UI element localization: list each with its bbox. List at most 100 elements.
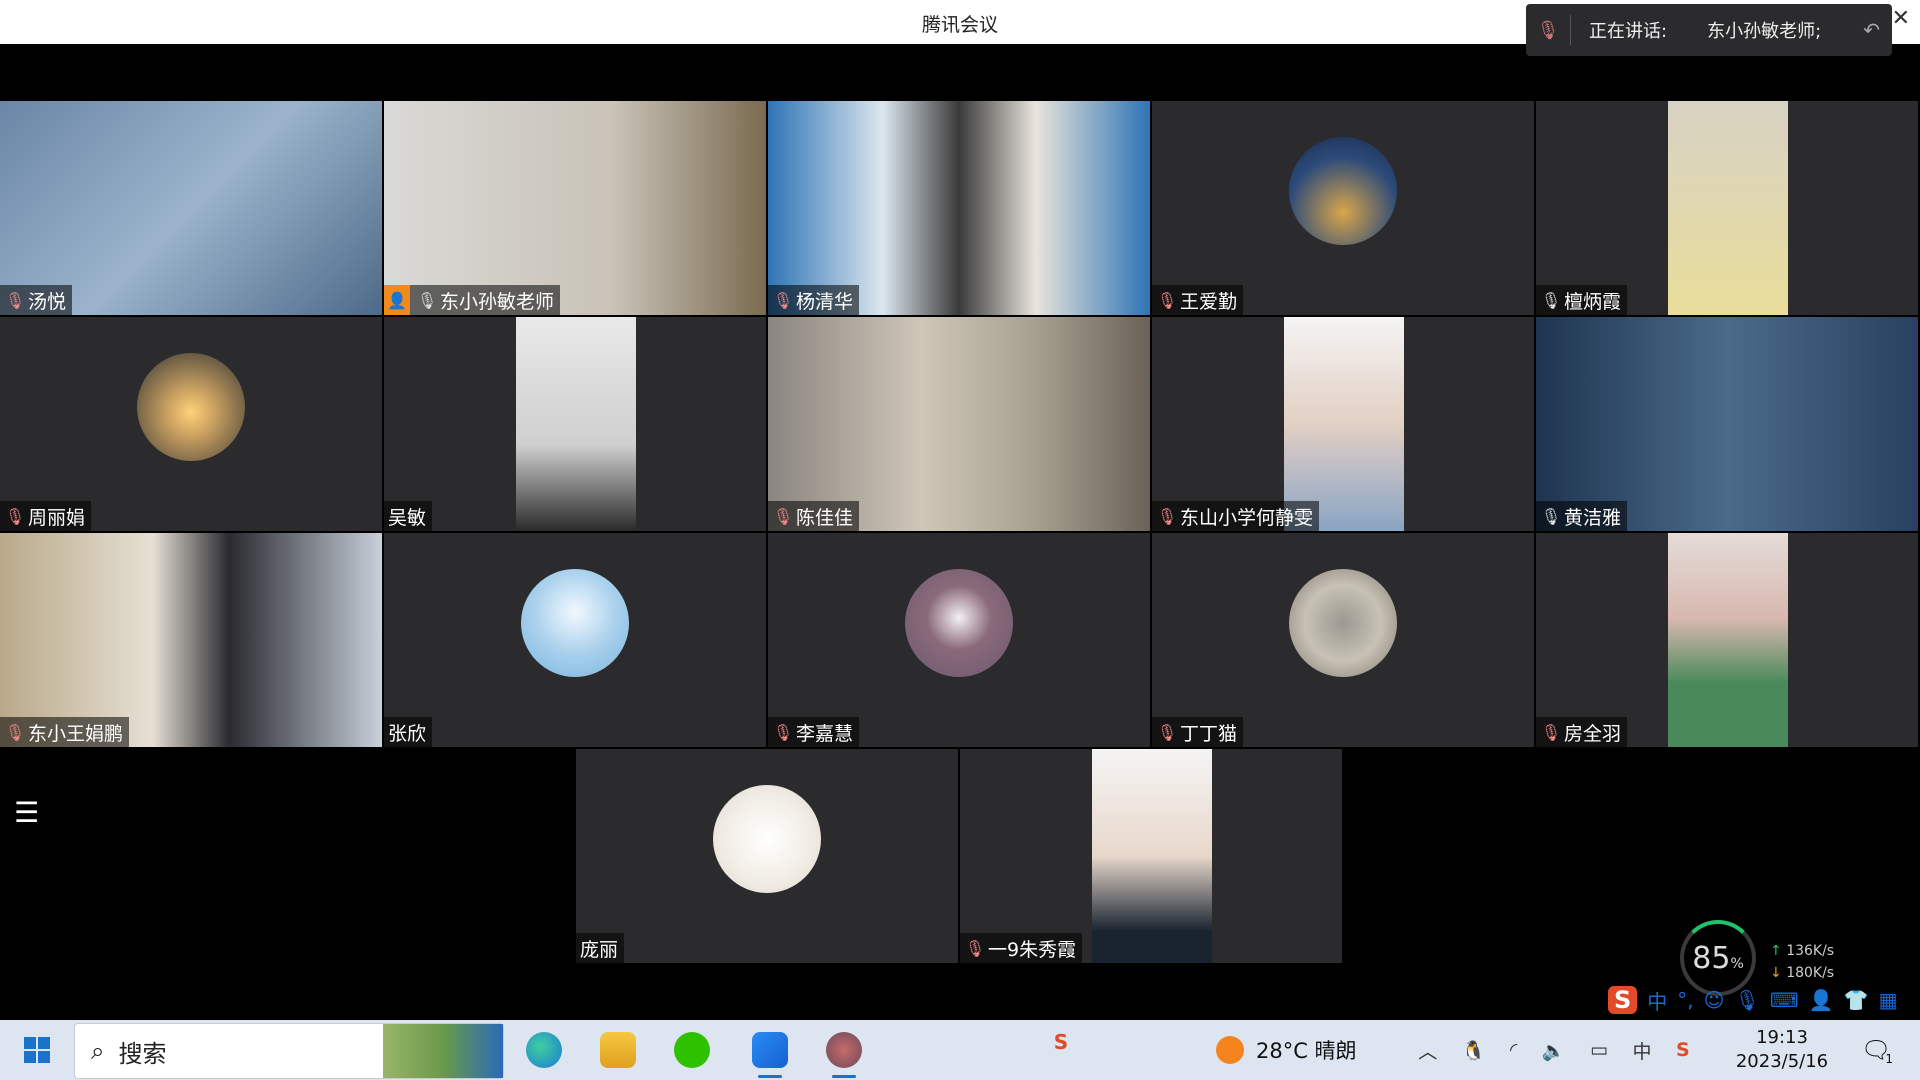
wechat-button[interactable] [664, 1020, 720, 1080]
taskbar-search[interactable]: ⌕ 搜索 [74, 1023, 504, 1079]
mic-muted-icon: 🎙 [772, 290, 794, 310]
divider [1570, 15, 1571, 45]
participant-name: 杨清华 [796, 290, 854, 313]
participant-video [768, 317, 1150, 531]
participant-tile[interactable]: 🎙 陈佳佳 [768, 317, 1150, 531]
participant-name: 吴敏 [388, 506, 427, 529]
qq-icon[interactable]: 🐧 [1462, 1039, 1486, 1062]
participant-nametag: 🎙 陈佳佳 [768, 501, 860, 531]
notification-center-button[interactable]: 🗨 1 [1852, 1020, 1902, 1080]
participant-tile[interactable]: 张欣 [384, 533, 766, 747]
keyboard-icon[interactable]: ⌨ [1770, 988, 1799, 1012]
participant-nametag: 🎙 王爱勤 [1152, 285, 1244, 315]
participant-avatar [521, 569, 629, 677]
mic-muted-icon: 🎙 [772, 506, 794, 526]
participant-name: 王爱勤 [1180, 290, 1238, 313]
participant-name: 汤悦 [28, 290, 67, 313]
participant-tile[interactable]: 🎙 房全羽 [1536, 533, 1918, 747]
participant-tile[interactable]: 🎙 东山小学何静雯 [1152, 317, 1534, 531]
tencent-meeting-button[interactable] [742, 1020, 798, 1080]
ime-toolbar[interactable]: S 中 °, ☺ 🎙 ⌨ 👤 👕 ▦ [1608, 980, 1898, 1020]
mic-muted-icon: 🎙 [1540, 722, 1562, 742]
participant-tile[interactable]: 🎙 周丽娟 [0, 317, 382, 531]
volume-icon[interactable]: 🔈 [1542, 1039, 1566, 1062]
participant-avatar [905, 569, 1013, 677]
participant-tile[interactable]: 🎙 黄洁雅 [1536, 317, 1918, 531]
network-percent: 85 [1692, 940, 1731, 976]
input-language[interactable]: 中 [1633, 1037, 1652, 1064]
participant-nametag: 🎙 周丽娟 [0, 501, 92, 531]
participant-nametag: 吴敏 [384, 501, 433, 531]
mic-muted-icon: 🎙 [4, 722, 26, 742]
edge-browser-button[interactable] [516, 1020, 572, 1080]
search-highlight-image [383, 1024, 503, 1078]
user-icon[interactable]: 👤 [1809, 988, 1834, 1012]
participant-name: 黄洁雅 [1564, 506, 1622, 529]
speaking-indicator[interactable]: 🎙 正在讲话: 东小孙敏老师; ↶ [1526, 4, 1892, 56]
network-rates: ↑ 136K/s ↓ 180K/s [1770, 943, 1835, 981]
participant-video [1284, 317, 1404, 531]
ime-mode[interactable]: 中 [1647, 986, 1667, 1015]
participant-tile[interactable]: 🎙 李嘉慧 [768, 533, 1150, 747]
app-taskbar-button[interactable] [816, 1020, 872, 1080]
collapse-icon[interactable]: ↶ [1863, 18, 1880, 42]
participant-video [516, 317, 636, 531]
participant-tile[interactable]: 🎙 东小王娟鹏 [0, 533, 382, 747]
participant-tile[interactable]: 🎙 王爱勤 [1152, 101, 1534, 315]
participant-nametag: 🎙 檀炳霞 [1536, 285, 1628, 315]
taskbar-clock[interactable]: 19:13 2023/5/16 [1722, 1020, 1842, 1080]
clock-time: 19:13 [1756, 1027, 1808, 1048]
participant-name: 东山小学何静雯 [1180, 506, 1314, 529]
sun-icon [1216, 1036, 1244, 1064]
participant-nametag: 🎙 李嘉慧 [768, 717, 860, 747]
mic-muted-icon: 🎙 [1156, 722, 1178, 742]
participant-tile[interactable]: 🎙 杨清华 [768, 101, 1150, 315]
mic-muted-icon: 🎙 [1156, 506, 1178, 526]
list-menu-icon[interactable]: ☰ [14, 796, 39, 829]
participant-name: 房全羽 [1564, 722, 1622, 745]
system-tray[interactable]: ︿ 🐧 ◜ 🔈 ▭ 中 S [1406, 1020, 1702, 1080]
participant-nametag: 🎙 丁丁猫 [1152, 717, 1244, 747]
participant-video [1668, 101, 1788, 315]
start-button[interactable] [14, 1020, 60, 1080]
mic-muted-icon[interactable]: 🎙 [1526, 20, 1570, 41]
sogou-tray-icon[interactable]: S [1046, 1012, 1076, 1072]
sogou-tray-icon[interactable]: S [1676, 1039, 1690, 1061]
taskbar: ⌕ 搜索 S 28°C 晴朗 ︿ 🐧 ◜ 🔈 ▭ 中 S 19:13 2023/… [0, 1020, 1920, 1080]
speaking-name: 东小孙敏老师; [1707, 21, 1822, 42]
participant-nametag: 庞丽 [576, 933, 625, 963]
file-explorer-button[interactable] [590, 1020, 646, 1080]
folder-icon [600, 1032, 636, 1068]
participant-tile[interactable]: 庞丽 [576, 749, 958, 963]
participant-tile[interactable]: 🎙 檀炳霞 [1536, 101, 1918, 315]
upload-rate: 136K/s [1786, 943, 1835, 959]
mic-muted-icon: 🎙 [964, 938, 986, 958]
mic-muted-icon: 🎙 [1156, 290, 1178, 310]
participant-tile[interactable]: 🎙 丁丁猫 [1152, 533, 1534, 747]
emoji-icon[interactable]: ☺ [1704, 988, 1725, 1012]
skin-icon[interactable]: 👕 [1844, 988, 1869, 1012]
sogou-logo-icon: S [1608, 986, 1638, 1014]
wifi-icon[interactable]: ◜ [1510, 1039, 1517, 1061]
mic-muted-icon: 🎙 [772, 722, 794, 742]
participant-tile-speaking[interactable]: 👤 🎙 东小孙敏老师 [384, 101, 766, 315]
edge-icon [526, 1032, 562, 1068]
participant-nametag: 🎙 东山小学何静雯 [1152, 501, 1320, 531]
battery-icon[interactable]: ▭ [1590, 1039, 1608, 1061]
participant-tile[interactable]: 🎙 汤悦 [0, 101, 382, 315]
participant-name: 丁丁猫 [1180, 722, 1238, 745]
mic-icon: 🎙 [1540, 506, 1562, 526]
close-icon[interactable]: ✕ [1892, 6, 1910, 31]
participant-video [768, 101, 1150, 315]
participant-tile[interactable]: 🎙 一9朱秀霞 [960, 749, 1342, 963]
participant-nametag: 🎙 东小王娟鹏 [0, 717, 130, 747]
weather-widget[interactable]: 28°C 晴朗 [1216, 1020, 1376, 1080]
grid-icon[interactable]: ▦ [1879, 988, 1898, 1012]
download-rate: 180K/s [1786, 965, 1835, 981]
host-icon: 👤 [384, 285, 410, 315]
participant-tile[interactable]: 吴敏 [384, 317, 766, 531]
sogou-icon: S [1053, 1030, 1069, 1054]
punctuation-icon[interactable]: °, [1677, 988, 1693, 1012]
chevron-up-icon[interactable]: ︿ [1418, 1037, 1437, 1064]
voice-icon[interactable]: 🎙 [1735, 988, 1760, 1012]
